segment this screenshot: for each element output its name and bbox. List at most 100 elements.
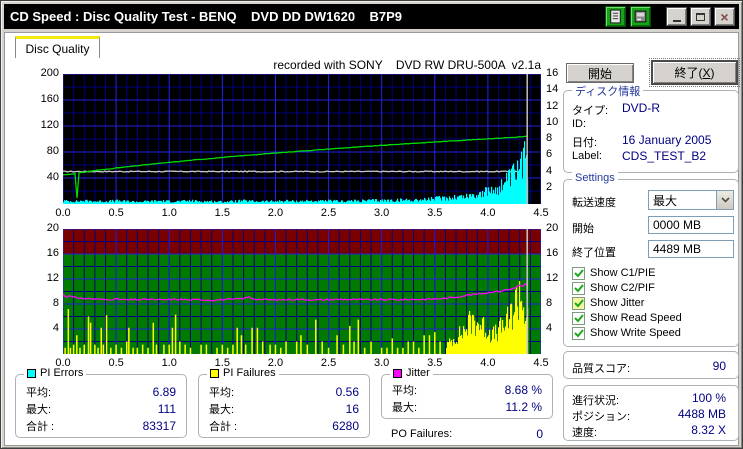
check-icon xyxy=(573,328,584,337)
axis-tick-label: 4.0 xyxy=(480,357,496,369)
pi-failures-title: PI Failures xyxy=(223,367,276,379)
jitter-panel: Jitter 平均: 8.68 % 最大: 11.2 % xyxy=(381,367,553,419)
stat-value: 0.56 xyxy=(335,384,359,399)
settings-panel: Settings 転送速度 最大 開始 0000 MB 終了位置 4489 MB… xyxy=(563,172,739,347)
jitter-plot xyxy=(63,229,541,354)
pi-failures-swatch xyxy=(210,368,219,378)
axis-tick-label: 3.0 xyxy=(374,207,390,219)
position-value: 4488 MB xyxy=(677,407,726,421)
po-failures-label: PO Failures: xyxy=(391,427,453,440)
checkbox-box xyxy=(572,311,585,325)
close-icon: × xyxy=(720,8,729,25)
axis-tick-label: 4.0 xyxy=(480,207,496,219)
checkbox-label: Show Jitter xyxy=(590,297,645,309)
disc-type-value: DVD-R xyxy=(622,101,660,115)
disc-type-label: タイプ: xyxy=(572,105,609,117)
checkbox-show-c1-pie[interactable]: Show C1/PIE xyxy=(572,266,655,280)
po-failures-row: PO Failures: 0 xyxy=(391,425,543,442)
drive-icon[interactable] xyxy=(630,6,651,27)
checkbox-show-jitter[interactable]: Show Jitter xyxy=(572,296,644,310)
maximize-button[interactable] xyxy=(690,7,711,26)
exit-button-label: 終了(X) xyxy=(674,66,715,80)
axis-tick-label: 12 xyxy=(46,272,59,284)
stat-label: 合計 : xyxy=(26,420,55,433)
axis-tick-label: 2.5 xyxy=(320,357,337,369)
disc-label-label: Label: xyxy=(572,150,602,162)
quality-score-panel: 品質スコア: 90 xyxy=(563,351,739,379)
log-icon[interactable] xyxy=(605,6,626,27)
stat-value: 111 xyxy=(157,401,176,416)
stat-label: 最大: xyxy=(209,403,235,416)
settings-title: Settings xyxy=(575,172,615,184)
stat-label: 平均: xyxy=(392,384,418,397)
end-pos-field[interactable]: 4489 MB xyxy=(648,240,734,258)
checkbox-label: Show C2/PIF xyxy=(590,282,655,294)
start-button[interactable]: 開始 xyxy=(566,63,634,83)
checkbox-show-c2-pif[interactable]: Show C2/PIF xyxy=(572,281,655,295)
chevron-down-icon[interactable] xyxy=(716,191,733,209)
disc-date-label: 日付: xyxy=(572,137,598,149)
quality-score-value: 90 xyxy=(712,359,726,373)
checkbox-box xyxy=(572,281,585,295)
quality-score-label: 品質スコア: xyxy=(572,363,631,375)
check-icon xyxy=(573,298,584,307)
maximize-icon xyxy=(696,12,705,21)
stat-value: 6280 xyxy=(332,418,359,433)
client-area: Disc Quality recorded with SONY DVD RW D… xyxy=(4,32,740,446)
stat-label: 最大: xyxy=(392,401,418,414)
exit-button[interactable]: 終了(X) xyxy=(649,58,740,87)
pi-failures-panel: PI Failures 平均: 0.56 最大: 16 合計 : 6280 xyxy=(198,367,370,438)
window-title: CD Speed : Disc Quality Test - BENQ DVD … xyxy=(10,9,403,24)
progress-label: 進行状況: xyxy=(572,395,620,407)
disc-date-value: 16 January 2005 xyxy=(622,133,712,147)
axis-tick-label: 16 xyxy=(46,247,59,259)
checkbox-label: Show Read Speed xyxy=(590,312,682,324)
checkbox-box xyxy=(572,296,585,310)
axis-tick-label: 8 xyxy=(52,297,59,309)
minimize-button[interactable] xyxy=(666,7,687,26)
start-button-label: 開始 xyxy=(587,66,612,81)
axis-tick-label: 160 xyxy=(40,93,59,105)
axis-tick-label: 0.5 xyxy=(108,357,124,369)
axis-tick-label: 4.5 xyxy=(533,207,549,219)
speed-current-value: 8.32 X xyxy=(691,423,726,437)
speed-select[interactable]: 最大 xyxy=(648,190,734,210)
app-window: CD Speed : Disc Quality Test - BENQ DVD … xyxy=(0,0,743,449)
disc-info-panel: ディスク情報 タイプ: DVD-R ID: 日付: 16 January 200… xyxy=(563,83,739,173)
stat-label: 最大: xyxy=(26,403,52,416)
disc-label-value: CDS_TEST_B2 xyxy=(622,149,707,163)
pi-errors-panel: PI Errors 平均: 6.89 最大: 111 合計 : 83317 xyxy=(15,367,187,438)
stat-label: 平均: xyxy=(209,386,235,399)
end-pos-value: 4489 MB xyxy=(653,242,702,256)
progress-value: 100 % xyxy=(691,391,726,405)
checkbox-box xyxy=(572,266,585,280)
axis-tick-label: 80 xyxy=(46,145,59,157)
title-bar[interactable]: CD Speed : Disc Quality Test - BENQ DVD … xyxy=(4,4,739,29)
axis-tick-label: 200 xyxy=(40,67,59,79)
start-pos-value: 0000 MB xyxy=(653,218,702,232)
speed-label: 転送速度 xyxy=(572,197,616,209)
stat-label: 平均: xyxy=(26,386,52,399)
start-pos-label: 開始 xyxy=(572,223,594,235)
axis-tick-label: 3.5 xyxy=(427,207,443,219)
close-button[interactable]: × xyxy=(714,7,735,26)
jitter-swatch xyxy=(393,368,402,378)
axis-tick-label: 120 xyxy=(40,119,59,131)
checkbox-show-write-speed[interactable]: Show Write Speed xyxy=(572,326,681,340)
axis-tick-label: 2.5 xyxy=(320,207,337,219)
quality-chart: 200 160 120 80 40 16 14 12 10 8 6 4 2 0.0 0.5 1.0 1.5 2.0… xyxy=(5,33,561,225)
stat-value: 6.89 xyxy=(152,384,176,399)
checkbox-box xyxy=(572,326,585,340)
check-icon xyxy=(573,313,584,322)
end-pos-label: 終了位置 xyxy=(572,247,616,259)
report-book-icon xyxy=(610,9,621,24)
axis-tick-label: 4.5 xyxy=(533,357,549,369)
start-pos-field[interactable]: 0000 MB xyxy=(648,216,734,234)
checkbox-show-read-speed[interactable]: Show Read Speed xyxy=(572,311,682,325)
speed-current-label: 速度: xyxy=(572,427,598,439)
axis-tick-label: 1.5 xyxy=(214,207,230,219)
check-icon xyxy=(573,268,584,277)
axis-tick-label: 1.0 xyxy=(161,357,177,369)
axis-tick-label: 0.0 xyxy=(55,207,71,219)
stat-value: 8.68 % xyxy=(504,382,542,397)
